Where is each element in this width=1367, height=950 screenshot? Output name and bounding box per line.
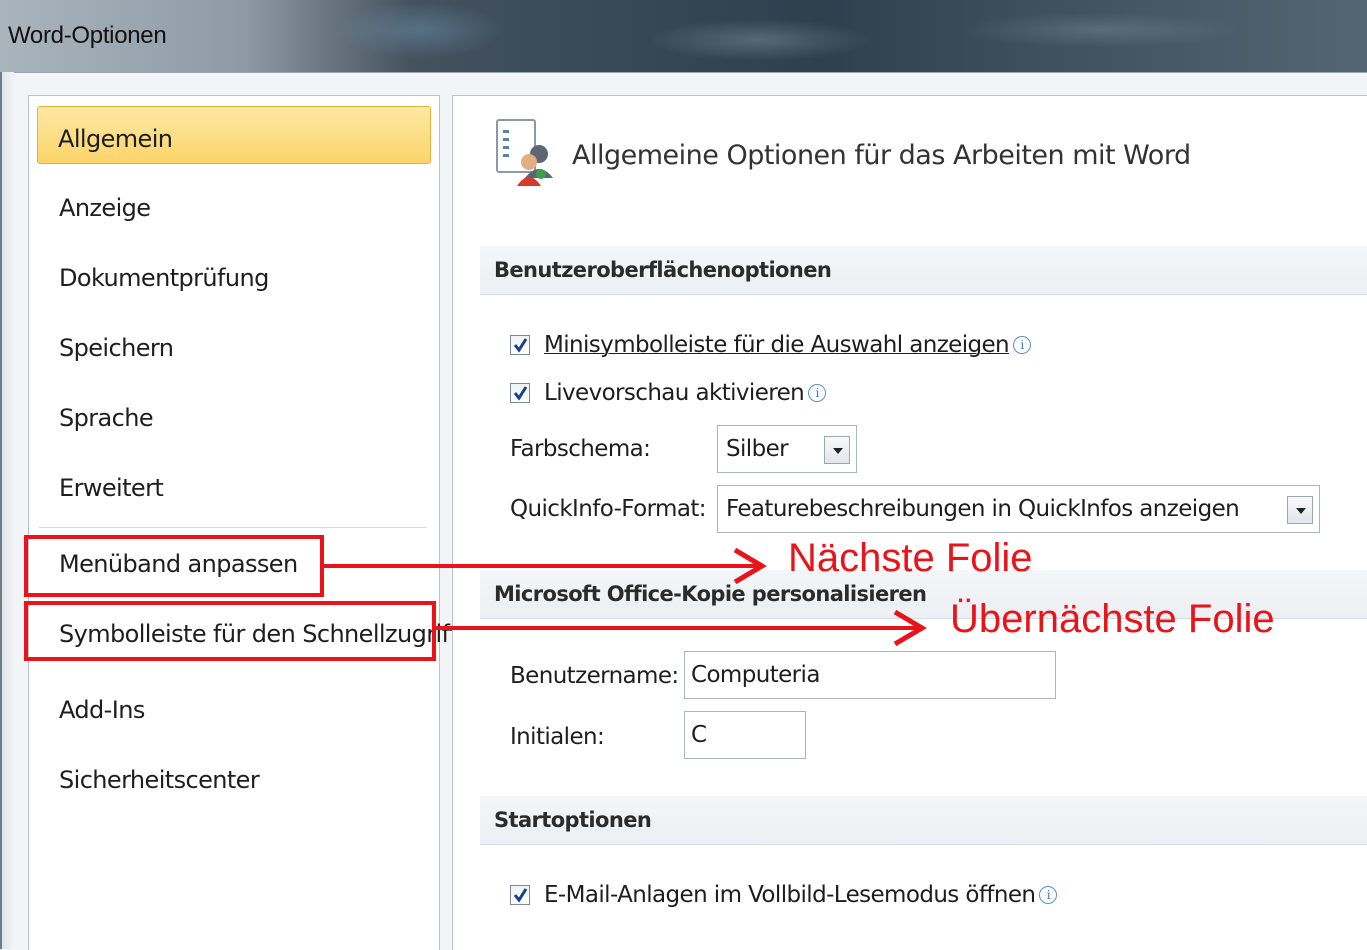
annotation-next-slide: Nächste Folie xyxy=(788,536,1033,580)
annotation-slide-after-next: Übernächste Folie xyxy=(950,597,1275,641)
annotation-arrows xyxy=(324,547,927,647)
